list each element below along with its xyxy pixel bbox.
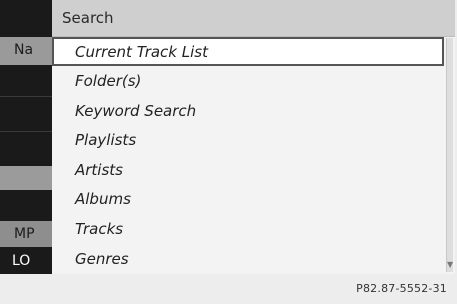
divider: [0, 131, 52, 132]
menu-item-label: Genres: [75, 249, 129, 268]
menu-item-keyword-search[interactable]: Keyword Search: [52, 96, 445, 126]
menu-item-label: Tracks: [75, 219, 124, 238]
left-partial-block: [0, 166, 52, 190]
figure-code: P82.87-5552-31: [356, 282, 447, 295]
lo-partial-label: LO: [12, 253, 31, 269]
left-background-strip: Na MP LO: [0, 0, 52, 274]
nav-partial-label: Na: [14, 42, 34, 58]
menu-item-label: Keyword Search: [75, 101, 197, 120]
divider: [0, 96, 52, 97]
menu-item-current-track-list[interactable]: Current Track List: [52, 37, 444, 66]
panel-title: Search: [62, 9, 114, 27]
menu-item-artists[interactable]: Artists: [52, 155, 445, 185]
menu-item-playlists[interactable]: Playlists: [52, 125, 445, 155]
menu-item-label: Albums: [75, 190, 131, 209]
menu-item-label: Artists: [75, 160, 123, 179]
menu-item-genres[interactable]: Genres: [52, 244, 445, 274]
menu-scrollbar[interactable]: [446, 38, 453, 272]
menu-item-label: Folder(s): [75, 72, 142, 90]
menu-item-label: Current Track List: [75, 43, 208, 61]
search-menu-panel: Search Current Track List Folder(s) Keyw…: [52, 0, 455, 274]
search-menu-list: Current Track List Folder(s) Keyword Sea…: [52, 37, 445, 273]
nav-partial-tab[interactable]: Na: [0, 37, 52, 65]
scroll-down-icon[interactable]: ▼: [447, 260, 453, 269]
panel-header: Search: [52, 0, 455, 37]
lo-partial-tab[interactable]: LO: [0, 248, 52, 274]
menu-item-label: Playlists: [75, 131, 137, 150]
menu-item-tracks[interactable]: Tracks: [52, 214, 445, 244]
mp-partial-label: MP: [14, 226, 35, 242]
mp-partial-tab[interactable]: MP: [0, 221, 52, 247]
menu-item-folders[interactable]: Folder(s): [52, 66, 445, 96]
menu-item-albums[interactable]: Albums: [52, 184, 445, 214]
